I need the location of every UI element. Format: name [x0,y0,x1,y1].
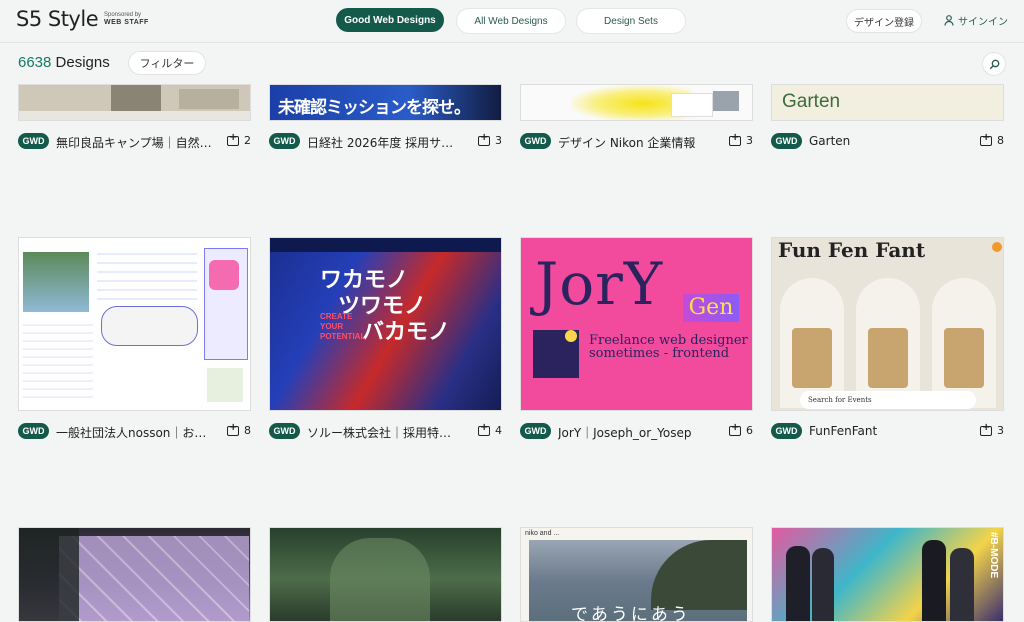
tab-good-web-designs[interactable]: Good Web Designs [336,8,444,32]
thumb-sub-1: CREATE [320,312,353,321]
card-title[interactable]: JorY｜Joseph_or_Yosep [558,424,718,441]
card-meta: GWD Garten 8 [771,132,1004,151]
card-thumbnail[interactable] [18,527,251,622]
card-collection-count[interactable]: 4 [478,422,502,437]
card-title[interactable]: 一般社団法人nosson｜お… [56,424,216,441]
thumb-logo: JorY [535,250,664,318]
thumb-search: Search for Events [800,391,976,409]
user-icon [944,15,954,26]
card-title[interactable]: ソルー株式会社｜採用特… [307,424,467,441]
card-collection-count[interactable]: 8 [980,132,1004,147]
card-thumbnail[interactable]: JorY Gen Freelance web designer sometime… [520,237,753,411]
count-value: 8 [997,134,1004,147]
sponsor-name: WEB STAFF [104,19,149,26]
filter-button[interactable]: フィルター [128,51,206,75]
card-meta: GWD ソルー株式会社｜採用特… 4 [269,422,502,441]
card-collection-count[interactable]: 3 [729,132,753,147]
gwd-badge: GWD [269,423,300,439]
card-collection-count[interactable]: 3 [478,132,502,147]
folder-add-icon [227,132,239,146]
thumb-sub-2: sometimes - frontend [589,346,730,361]
card-title[interactable]: Garten [809,134,969,148]
card-thumbnail[interactable] [520,84,753,121]
card-thumbnail[interactable]: niko and ... であうにあう [520,527,753,622]
thumb-headline: 未確認ミッションを探せ。 [278,98,471,118]
gwd-badge: GWD [520,423,551,439]
result-bar: 6638 Designs フィルター [0,42,1024,84]
count-value: 6 [746,424,753,437]
card-meta: GWD 日経社 2026年度 採用サ… 3 [269,132,502,151]
folder-add-icon [980,132,992,146]
register-design-button[interactable]: デザイン登録 [846,9,922,33]
count-value: 3 [495,134,502,147]
folder-add-icon [729,422,741,436]
tab-all-web-designs[interactable]: All Web Designs [456,8,566,34]
thumb-headline: #B-MODE [988,532,999,579]
card-thumbnail[interactable] [18,237,251,411]
gwd-badge: GWD [771,133,802,149]
card-thumbnail[interactable]: Fun Fen Fant Search for Events [771,237,1004,411]
thumb-tag: Gen [683,294,739,322]
card-thumbnail[interactable] [269,527,502,622]
thumb-headline: であうにあう [571,605,691,622]
tab-design-sets[interactable]: Design Sets [576,8,686,34]
card-title[interactable]: 日経社 2026年度 採用サ… [307,134,467,151]
design-count: 6638 Designs [18,54,110,71]
thumb-brand: niko and ... [525,530,560,537]
thumb-line-3: バカモノ [362,320,451,345]
card-title[interactable]: デザイン Nikon 企業情報 [558,134,718,151]
folder-add-icon [980,422,992,436]
count-value: 3 [997,424,1004,437]
thumb-subtext: Freelance web designer sometimes - front… [589,334,748,360]
card-collection-count[interactable]: 6 [729,422,753,437]
card-meta: GWD 無印良品キャンプ場｜自然… 2 [18,132,251,151]
sponsor-label: Sponsored by [104,12,142,18]
signin-link[interactable]: サインイン [944,13,1008,28]
search-icon [989,59,999,69]
card-collection-count[interactable]: 2 [227,132,251,147]
gwd-badge: GWD [771,423,802,439]
count-value: 8 [244,424,251,437]
folder-add-icon [227,422,239,436]
count-value: 3 [746,134,753,147]
gwd-badge: GWD [18,423,49,439]
card-title[interactable]: FunFenFant [809,424,969,438]
card-thumbnail[interactable]: ワカモノ ツワモノ バカモノ CREATE YOUR POTENTIAL [269,237,502,411]
card-meta: GWD FunFenFant 3 [771,422,1004,441]
card-thumbnail[interactable]: 未確認ミッションを探せ。 [269,84,502,121]
search-button[interactable] [982,52,1006,76]
gwd-badge: GWD [18,133,49,149]
thumb-subtext: CREATE YOUR POTENTIAL [320,312,365,342]
card-title[interactable]: 無印良品キャンプ場｜自然… [56,134,216,151]
card-meta: GWD デザイン Nikon 企業情報 3 [520,132,753,151]
card-collection-count[interactable]: 8 [227,422,251,437]
top-header: S5 Style Sponsored by WEB STAFF Good Web… [0,0,1024,43]
thumb-logo: Fun Fen Fant [778,238,926,262]
folder-add-icon [729,132,741,146]
card-thumbnail[interactable]: Garten [771,84,1004,121]
thumb-sub-3: POTENTIAL [320,332,366,341]
card-collection-count[interactable]: 3 [980,422,1004,437]
count-value: 2 [244,134,251,147]
design-count-number: 6638 [18,54,52,71]
gwd-badge: GWD [520,133,551,149]
card-meta: GWD 一般社団法人nosson｜お… 8 [18,422,251,441]
count-value: 4 [495,424,502,437]
design-count-label: Designs [55,54,110,71]
card-thumbnail[interactable]: #B-MODE [771,527,1004,622]
gwd-badge: GWD [269,133,300,149]
thumb-line-1: ワカモノ [320,268,409,293]
thumb-sub-2: YOUR [320,322,344,331]
thumb-logo: Garten [782,91,841,112]
site-logo[interactable]: S5 Style [16,7,99,31]
card-meta: GWD JorY｜Joseph_or_Yosep 6 [520,422,753,441]
sponsor-mark: Sponsored by WEB STAFF [104,11,149,27]
folder-add-icon [478,132,490,146]
card-thumbnail[interactable] [18,84,251,121]
signin-label: サインイン [958,17,1008,28]
folder-add-icon [478,422,490,436]
